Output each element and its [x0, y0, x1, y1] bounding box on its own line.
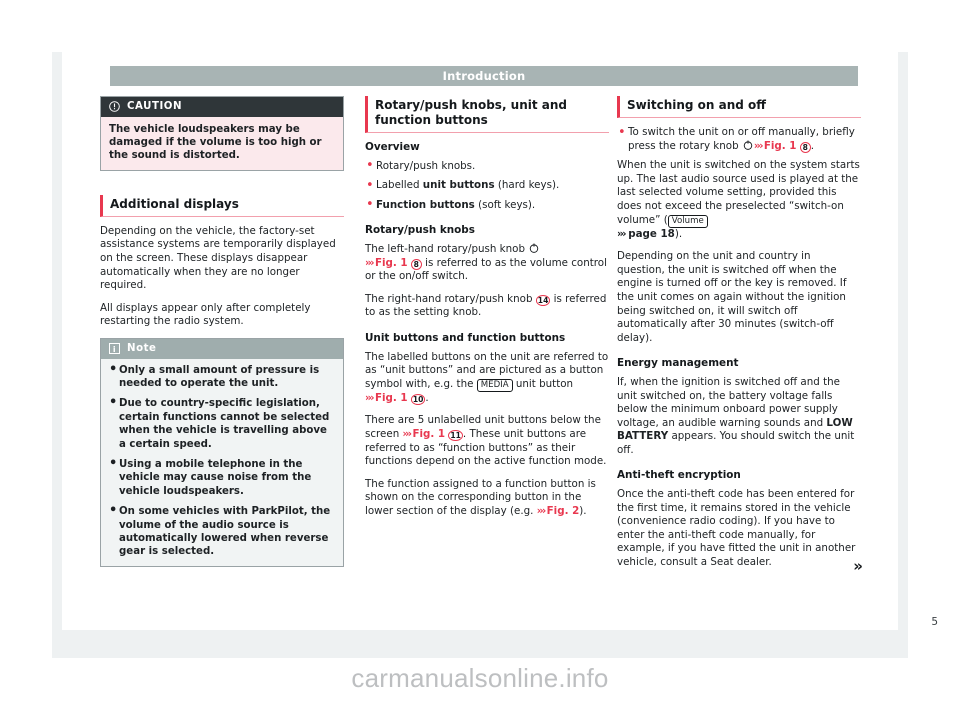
right-knob-text-a: The right-hand rotary/push knob	[365, 292, 536, 305]
list-item: Function buttons (soft keys).	[365, 198, 609, 213]
callout-badge: 8	[799, 141, 811, 153]
note-list-item: Using a mobile telephone in the vehicle …	[109, 457, 335, 498]
list-item: To switch the unit on or off manually, b…	[617, 125, 861, 153]
paragraph-function-assignment: The function assigned to a function butt…	[365, 478, 609, 519]
subheading-anti-theft-encryption: Anti-theft encryption	[617, 469, 741, 482]
figure-reference: Fig. 1	[374, 391, 408, 404]
unit-buttons-text-b: unit button	[512, 377, 574, 390]
note-box-label: Note	[127, 342, 157, 354]
column-middle: Rotary/push knobs, unit and function but…	[365, 96, 609, 527]
paragraph-unit-buttons: The labelled buttons on the unit are ref…	[365, 351, 609, 406]
energy-text-a: If, when the ignition is switched off an…	[617, 375, 840, 429]
overview-bullet-1-text: Rotary/push knobs.	[376, 159, 476, 172]
callout-badge: 14	[535, 294, 551, 306]
left-knob-text-a: The left-hand rotary/push knob	[365, 242, 529, 255]
note-list-item: Only a small amount of pressure is neede…	[109, 363, 335, 391]
figure-reference: Fig. 1	[763, 139, 797, 152]
page-header-title: Introduction	[442, 69, 526, 83]
column-left: CAUTION The vehicle loudspeakers may be …	[100, 96, 344, 567]
paragraph-energy-management: If, when the ignition is switched off an…	[617, 376, 861, 458]
volume-keycap: Volume	[667, 214, 708, 228]
switching-bullet-text-a: To switch the unit on or off manually, b…	[628, 126, 855, 152]
unit-buttons-text-c: .	[425, 391, 429, 404]
paragraph-right-knob: The right-hand rotary/push knob 14 is re…	[365, 293, 609, 320]
column-right: Switching on and off To switch the unit …	[617, 96, 863, 579]
startup-text-b: ).	[674, 227, 683, 240]
overview-bullet-3-bold: Function buttons	[376, 198, 475, 211]
paragraph-additional-displays-2: All displays appear only after completel…	[100, 301, 311, 328]
rotary-knob-icon	[743, 140, 753, 150]
page-header-bar: Introduction	[110, 66, 858, 86]
figure-reference: Fig. 1	[374, 256, 408, 269]
note-list-item: On some vehicles with ParkPilot, the vol…	[109, 504, 335, 559]
section-heading-additional-displays: Additional displays	[100, 194, 344, 217]
figure-reference: Fig. 1	[412, 427, 446, 440]
caution-box-header: CAUTION	[101, 97, 343, 117]
caution-box: CAUTION The vehicle loudspeakers may be …	[100, 96, 344, 171]
overview-bullet-3-post: (soft keys).	[474, 198, 536, 211]
reference-chevron-icon: ›››	[365, 391, 375, 404]
subheading-energy-management: Energy management	[617, 357, 739, 370]
paragraph-function-buttons: There are 5 unlabelled unit buttons belo…	[365, 414, 609, 468]
note-list-item: Due to country-specific legislation, cer…	[109, 396, 335, 451]
section-heading-switching-on-off: Switching on and off	[617, 96, 861, 118]
reference-chevron-icon: ›››	[617, 227, 627, 240]
rotary-knob-icon	[529, 243, 539, 253]
paragraph-left-knob: The left-hand rotary/push knob ››› Fig. 1…	[365, 243, 609, 284]
caution-box-text: The vehicle loudspeakers may be damaged …	[101, 116, 343, 170]
subheading-unit-function-buttons: Unit buttons and function buttons	[365, 331, 566, 344]
info-icon: i	[109, 343, 120, 355]
paragraph-anti-theft: Once the anti-theft code has been entere…	[617, 488, 856, 569]
caution-box-label: CAUTION	[127, 101, 183, 112]
callout-badge: 8	[410, 258, 422, 270]
overview-bullet-2-bold: unit buttons	[422, 179, 495, 192]
watermark: carmanualsonline.info	[351, 663, 609, 693]
list-item: Labelled unit buttons (hard keys).	[365, 179, 609, 193]
media-keycap: MEDIA	[476, 378, 513, 392]
subheading-rotary-push-knobs: Rotary/push knobs	[365, 224, 475, 237]
callout-badge: 10	[410, 393, 426, 405]
page-reference: page 18	[628, 227, 675, 240]
reference-chevron-icon: ›››	[365, 256, 375, 269]
startup-text-a: When the unit is switched on the system …	[617, 159, 860, 226]
function-assignment-text-b: ).	[579, 504, 587, 517]
switching-bullet-text-b: .	[810, 139, 815, 152]
continued-arrow-icon: »	[853, 557, 863, 576]
exclamation-circle-icon	[109, 101, 120, 113]
paragraph-switch-off: Depending on the unit and country in que…	[617, 250, 847, 344]
overview-list: Rotary/push knobs. Labelled unit buttons…	[365, 159, 609, 213]
reference-chevron-icon: ›››	[753, 139, 764, 152]
figure-reference: Fig. 2	[546, 504, 580, 517]
overview-bullet-2-post: (hard keys).	[494, 179, 560, 192]
paragraph-startup: When the unit is switched on the system …	[617, 159, 861, 241]
note-box-body: Only a small amount of pressure is neede…	[101, 358, 343, 566]
subheading-overview: Overview	[365, 141, 420, 153]
note-box-header: i Note	[101, 338, 343, 359]
note-box: i Note Only a small amount of pressure i…	[100, 337, 344, 567]
callout-badge: 11	[448, 429, 463, 441]
overview-bullet-2-pre: Labelled	[376, 179, 423, 192]
switching-list: To switch the unit on or off manually, b…	[617, 125, 861, 153]
section-heading-rotary-push-knobs: Rotary/push knobs, unit and function but…	[365, 96, 609, 133]
list-item: Rotary/push knobs.	[365, 159, 609, 174]
reference-chevron-icon: ›››	[536, 504, 547, 517]
paragraph-additional-displays-1: Depending on the vehicle, the factory-se…	[100, 224, 336, 292]
note-list: Only a small amount of pressure is neede…	[109, 363, 335, 559]
reference-chevron-icon: ›››	[402, 427, 413, 440]
page-number: 5	[931, 616, 938, 628]
